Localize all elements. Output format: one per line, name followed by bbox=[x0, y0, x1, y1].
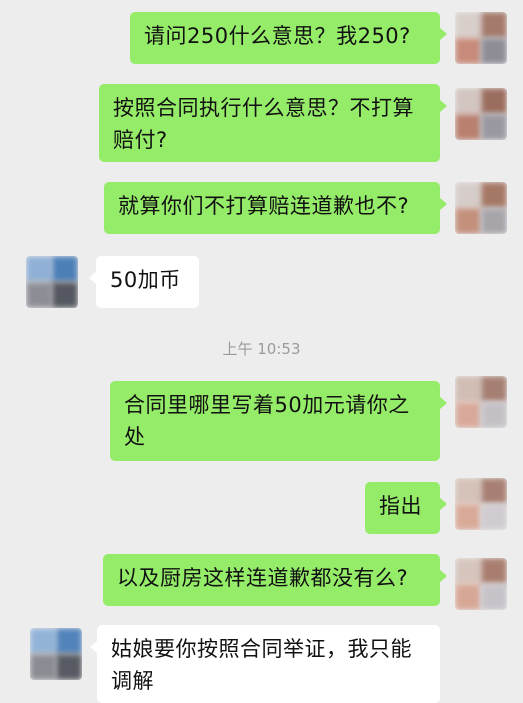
outgoing-message-bubble[interactable]: 指出 bbox=[365, 482, 447, 534]
outgoing-avatar[interactable] bbox=[455, 182, 507, 234]
outgoing-avatar[interactable] bbox=[455, 88, 507, 140]
message-timestamp: 上午 10:53 bbox=[222, 340, 301, 358]
incoming-avatar[interactable] bbox=[26, 256, 78, 308]
outgoing-avatar[interactable] bbox=[455, 12, 507, 64]
incoming-message-bubble[interactable]: 姑娘要你按照合同举证，我只能调解 bbox=[90, 625, 440, 703]
outgoing-message-bubble[interactable]: 请问250什么意思？我250? bbox=[130, 12, 447, 64]
outgoing-message-bubble[interactable]: 按照合同执行什么意思？不打算赔付? bbox=[99, 84, 447, 162]
outgoing-avatar[interactable] bbox=[455, 376, 507, 428]
incoming-message-bubble[interactable]: 50加币 bbox=[89, 256, 199, 308]
outgoing-message-bubble[interactable]: 合同里哪里写着50加元请你之处 bbox=[110, 381, 447, 461]
outgoing-avatar[interactable] bbox=[455, 558, 507, 610]
outgoing-message-bubble[interactable]: 以及厨房这样连道歉都没有么? bbox=[103, 554, 447, 606]
outgoing-avatar[interactable] bbox=[455, 478, 507, 530]
outgoing-message-bubble[interactable]: 就算你们不打算赔连道歉也不? bbox=[104, 182, 447, 234]
incoming-avatar[interactable] bbox=[30, 628, 82, 680]
